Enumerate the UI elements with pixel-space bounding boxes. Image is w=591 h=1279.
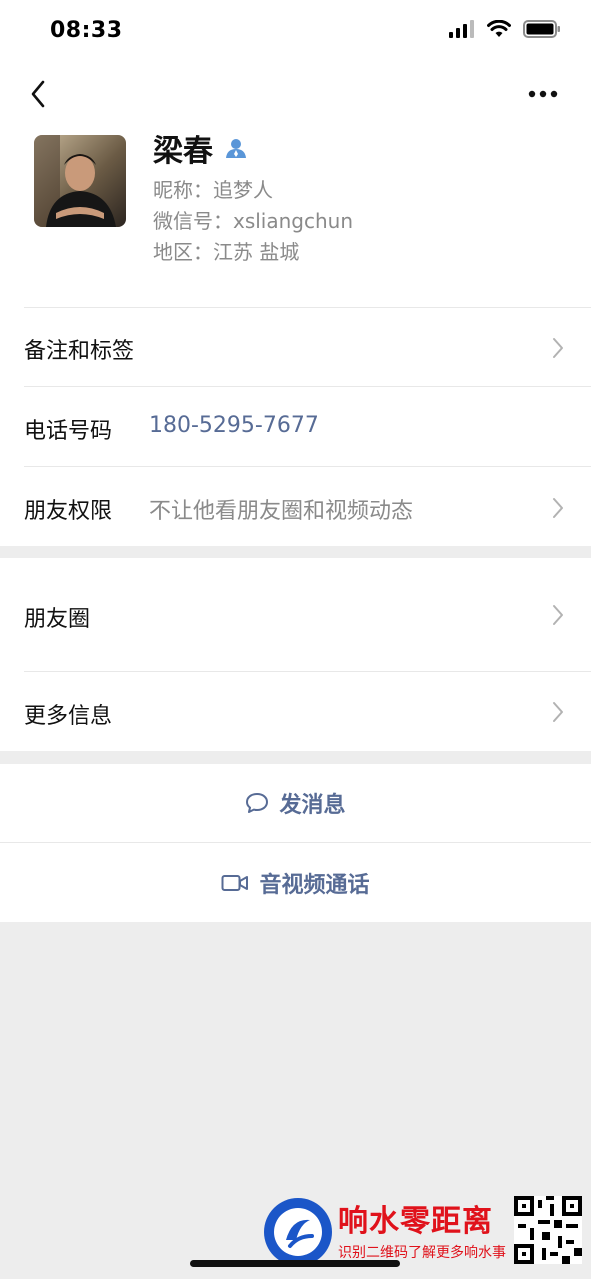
- name-row: 梁春: [153, 126, 247, 170]
- watermark-title: 响水零距离: [338, 1204, 493, 1239]
- battery-icon: [523, 20, 560, 38]
- phone-label: 电话号码: [24, 419, 113, 444]
- chat-bubble-icon: [246, 793, 269, 813]
- person-badge-icon: [226, 139, 246, 158]
- moments-group: 朋友圈 更多信息: [0, 558, 591, 751]
- more-dots-icon: [528, 90, 558, 98]
- video-camera-icon: [221, 874, 249, 891]
- more-info-label: 更多信息: [24, 704, 113, 729]
- more-info-row[interactable]: 更多信息: [0, 672, 591, 751]
- cellular-signal-icon: [449, 20, 474, 38]
- video-call-label: 音视频通话: [259, 872, 370, 898]
- chevron-right-icon: [553, 498, 563, 518]
- watermark-logo: [264, 1198, 332, 1266]
- phone-row[interactable]: 电话号码 180-5295-7677: [0, 387, 591, 466]
- home-indicator[interactable]: [190, 1260, 400, 1267]
- video-call-button[interactable]: 音视频通话: [0, 843, 591, 922]
- status-time: 08:33: [50, 18, 123, 43]
- back-button[interactable]: [22, 78, 54, 110]
- moments-row[interactable]: 朋友圈: [0, 558, 591, 671]
- friend-permission-row[interactable]: 朋友权限 不让他看朋友圈和视频动态: [0, 467, 591, 546]
- more-button[interactable]: [523, 78, 563, 110]
- info-group: 备注和标签 电话号码 180-5295-7677 朋友权限 不让他看朋友圈和视频…: [0, 307, 591, 546]
- nickname-text: 昵称：追梦人: [153, 178, 273, 202]
- send-message-button[interactable]: 发消息: [0, 764, 591, 842]
- profile-section: 梁春 昵称：追梦人 微信号：xsliangchun 地区：江苏 盐城: [0, 64, 591, 307]
- friend-permission-value: 不让他看朋友圈和视频动态: [149, 499, 414, 524]
- send-message-label: 发消息: [279, 793, 346, 818]
- chevron-left-icon: [31, 80, 45, 108]
- remark-tags-row[interactable]: 备注和标签: [0, 308, 591, 386]
- status-icons: [449, 20, 561, 38]
- phone-number-link[interactable]: 180-5295-7677: [149, 413, 319, 438]
- remark-tags-label: 备注和标签: [24, 339, 135, 364]
- chevron-right-icon: [553, 605, 563, 625]
- region-text: 地区：江苏 盐城: [153, 240, 300, 264]
- watermark-subtitle: 识别二维码了解更多响水事: [338, 1245, 506, 1261]
- qr-code-icon: [514, 1196, 582, 1264]
- chevron-right-icon: [553, 338, 563, 358]
- profile-name: 梁春: [153, 134, 213, 169]
- moments-label: 朋友圈: [24, 607, 91, 632]
- chevron-right-icon: [553, 702, 563, 722]
- wifi-icon: [487, 20, 511, 37]
- avatar[interactable]: [34, 135, 126, 227]
- wechat-id-text: 微信号：xsliangchun: [153, 209, 354, 233]
- friend-permission-label: 朋友权限: [24, 499, 113, 524]
- status-bar: 08:33: [0, 0, 591, 64]
- contact-profile-screen: 08:33 梁春 昵称：追梦人 微信号：xsliangchun 地区：江苏 盐城…: [0, 0, 591, 1279]
